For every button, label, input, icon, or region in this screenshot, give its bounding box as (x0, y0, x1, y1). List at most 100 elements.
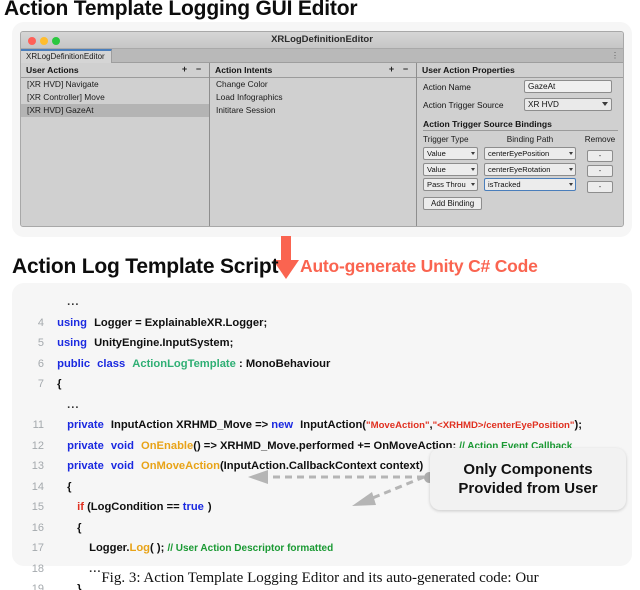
keyword-void: void (111, 436, 134, 457)
bindings-header: Action Trigger Source Bindings (423, 119, 618, 131)
action-trigger-source-select[interactable]: XR HVD (524, 98, 612, 111)
binding-path-select[interactable]: centerEyePosition (484, 147, 576, 160)
binding-path-select[interactable]: isTracked (484, 178, 576, 191)
action-trigger-source-value: XR HVD (528, 100, 559, 109)
action-intents-panel: Action Intents + − Change Color Load Inf… (210, 63, 417, 227)
trigger-type-value: Value (427, 165, 446, 174)
remove-user-action-button[interactable]: − (194, 64, 203, 74)
chevron-down-icon (569, 183, 573, 186)
xrlog-definition-editor-window: XRLogDefinitionEditor XRLogDefinitionEdi… (20, 31, 624, 227)
auto-generate-label: Auto-generate Unity C# Code (300, 254, 538, 278)
list-item[interactable]: Change Color (210, 78, 416, 91)
list-item[interactable]: [XR HVD] Navigate (21, 78, 209, 91)
script-section-title: Action Log Template Script (12, 255, 278, 279)
action-name-label: Action Name (423, 80, 471, 94)
tab-xrlogdefinitioneditor[interactable]: XRLogDefinitionEditor (21, 49, 112, 63)
window-title: XRLogDefinitionEditor (21, 34, 623, 45)
code-text: InputAction( (300, 415, 366, 436)
properties-header: User Action Properties (417, 63, 623, 78)
code-text: Logger. (57, 538, 129, 559)
keyword-using: using (57, 313, 87, 334)
remove-binding-button[interactable]: - (587, 181, 613, 193)
method-name: OnEnable (141, 436, 193, 457)
code-line: 4 using Logger = ExplainableXR.Logger; (20, 313, 624, 334)
editor-panels: User Actions + − [XR HVD] Navigate [XR C… (21, 63, 623, 227)
code-block: ... 4 using Logger = ExplainableXR.Logge… (20, 292, 624, 558)
base-class: : MonoBehaviour (239, 354, 330, 375)
table-row: Pass Throu isTracked - (423, 178, 623, 192)
keyword-new: new (271, 415, 293, 436)
gui-section-title: Action Template Logging GUI Editor (4, 0, 357, 21)
binding-path-select[interactable]: centerEyeRotation (484, 163, 576, 176)
line-number: 15 (20, 497, 54, 518)
add-action-intent-button[interactable]: + (387, 64, 396, 74)
chevron-down-icon (602, 102, 608, 106)
action-intents-header: Action Intents + − (210, 63, 416, 78)
remove-action-intent-button[interactable]: − (401, 64, 410, 74)
bindings-table-header: Trigger Type Binding Path Remove (423, 133, 623, 145)
line-number: 16 (20, 518, 54, 539)
action-intents-header-label: Action Intents (215, 65, 272, 75)
user-action-properties-panel: User Action Properties Action Name GazeA… (417, 63, 623, 227)
code-text: { (57, 374, 61, 395)
add-user-action-button[interactable]: + (180, 64, 189, 74)
keyword-true: true (183, 497, 204, 518)
list-item[interactable]: Inititare Session (210, 104, 416, 117)
code-line: 7 { (20, 374, 624, 395)
line-number: 13 (20, 456, 54, 477)
code-text: { (57, 518, 81, 539)
trigger-type-value: Pass Throu (427, 180, 466, 189)
code-line: ... (20, 395, 624, 416)
keyword-class: class (97, 354, 125, 375)
list-item[interactable]: Load Infographics (210, 91, 416, 104)
tab-strip: XRLogDefinitionEditor ⋮ (21, 49, 623, 63)
action-trigger-source-label: Action Trigger Source (423, 98, 504, 112)
code-text: (InputAction.CallbackContext context) (220, 456, 423, 477)
callout-line-2: Provided from User (458, 479, 597, 498)
list-item[interactable]: [XR HVD] GazeAt (21, 104, 209, 117)
code-line: 17 Logger.Log( ); // User Action Descrip… (20, 538, 624, 559)
table-row: Value centerEyePosition - (423, 147, 623, 161)
keyword-private: private (57, 436, 104, 457)
keyword-private: private (57, 456, 104, 477)
trigger-type-select[interactable]: Value (423, 163, 478, 176)
trigger-type-select[interactable]: Pass Throu (423, 178, 478, 191)
line-number: 6 (20, 354, 54, 375)
chevron-down-icon (569, 168, 573, 171)
column-binding-path: Binding Path (484, 135, 576, 144)
keyword-void: void (111, 456, 134, 477)
method-name: Log (130, 538, 151, 559)
chevron-down-icon (471, 183, 475, 186)
action-name-input[interactable]: GazeAt (524, 80, 612, 93)
callout-box: Only Components Provided from User (430, 448, 626, 510)
list-item[interactable]: [XR Controller] Move (21, 91, 209, 104)
code-line: 11 private InputAction XRHMD_Move => new… (20, 415, 624, 436)
keyword-if: if (57, 497, 84, 518)
chevron-down-icon (471, 152, 475, 155)
code-line: 6 public class ActionLogTemplate : MonoB… (20, 354, 624, 375)
string-literal: "MoveAction" (366, 420, 429, 431)
code-line: 16 { (20, 518, 624, 539)
window-titlebar: XRLogDefinitionEditor (21, 32, 623, 49)
user-actions-panel: User Actions + − [XR HVD] Navigate [XR C… (21, 63, 210, 227)
code-text: { (57, 477, 71, 498)
line-number: 11 (20, 415, 54, 436)
line-number: 4 (20, 313, 54, 334)
binding-path-value: centerEyePosition (488, 149, 549, 158)
kebab-menu-icon[interactable]: ⋮ (611, 50, 619, 61)
code-text: InputAction XRHMD_Move => (111, 415, 268, 436)
keyword-public: public (57, 354, 90, 375)
string-literal: "<XRHMD>/centerEyePosition" (433, 420, 575, 431)
figure-caption: Fig. 3: Action Template Logging Editor a… (0, 570, 640, 587)
code-line: 5 using UnityEngine.InputSystem; (20, 333, 624, 354)
line-number: 14 (20, 477, 54, 498)
code-line: ... (20, 292, 624, 313)
binding-path-value: centerEyeRotation (488, 165, 550, 174)
code-text: ... (57, 395, 79, 416)
line-number: 12 (20, 436, 54, 457)
user-actions-header: User Actions + − (21, 63, 209, 78)
user-actions-header-label: User Actions (26, 65, 79, 75)
code-text: ) (208, 497, 212, 518)
add-binding-button[interactable]: Add Binding (423, 197, 482, 210)
trigger-type-select[interactable]: Value (423, 147, 478, 160)
